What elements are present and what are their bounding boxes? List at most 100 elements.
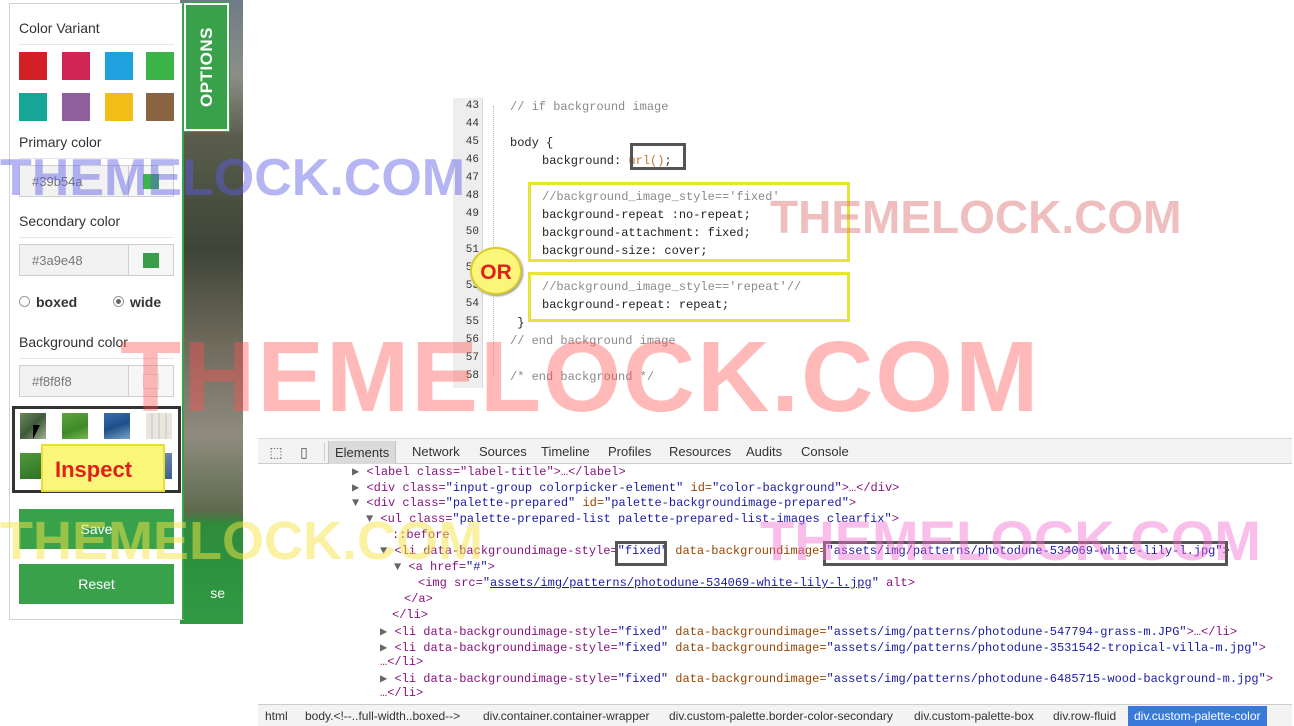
color-swatch[interactable] <box>105 52 133 80</box>
divider <box>19 44 174 45</box>
devtools-toolbar: ⬚ ▯ Elements Network Sources Timeline Profil… <box>258 438 1292 464</box>
color-swatch[interactable] <box>105 93 133 121</box>
indent-guide <box>493 106 494 376</box>
devtools-tab-timeline[interactable]: Timeline <box>541 444 590 459</box>
divider <box>19 158 174 159</box>
dom-tag: > <box>891 512 899 526</box>
save-button[interactable]: Save <box>19 509 174 549</box>
breadcrumb-item[interactable]: div.container.container-wrapper <box>483 709 650 723</box>
line-number: 54 <box>465 298 479 310</box>
dom-attr-name: data-backgroundimage= <box>668 641 827 655</box>
color-swatch[interactable] <box>62 93 90 121</box>
dom-node[interactable]: ▶ <li data-backgroundimage-style="fixed"… <box>380 624 1237 640</box>
divider <box>19 237 174 238</box>
primary-color-field[interactable]: #39b54a <box>19 165 174 197</box>
code-text: /* end background */ <box>510 370 655 384</box>
color-swatch[interactable] <box>146 52 174 80</box>
color-swatch[interactable] <box>146 93 174 121</box>
dom-node[interactable]: …</li> <box>380 686 423 702</box>
line-number: 55 <box>465 316 479 328</box>
dom-tag: <img src= <box>418 576 483 590</box>
inspect-element-icon[interactable]: ⬚ <box>268 444 284 460</box>
pattern-thumb-wood[interactable] <box>146 413 172 439</box>
dom-attr-value: "assets/img/patterns/photodune-3531542-t… <box>826 641 1259 655</box>
primary-color-chip <box>143 174 159 189</box>
dom-node[interactable]: ▼ <a href="#"> <box>394 560 495 576</box>
breadcrumb-item[interactable]: div.row-fluid <box>1053 709 1116 723</box>
wide-radio-label[interactable]: wide <box>130 294 161 310</box>
code-line: // end background image <box>510 334 676 348</box>
dom-attr-name: data-backgroundimage= <box>668 544 827 558</box>
dom-tag: >…</div> <box>841 481 900 495</box>
color-swatch[interactable] <box>62 52 90 80</box>
options-tab[interactable]: OPTIONS <box>183 2 230 132</box>
mouse-cursor-icon <box>33 425 40 439</box>
dom-attr-value: "assets/img/patterns/photodune-6485715-w… <box>826 672 1266 686</box>
code-line: /* end background */ <box>510 370 654 384</box>
secondary-color-picker-button[interactable] <box>128 245 173 275</box>
devtools-tab-audits[interactable]: Audits <box>746 444 782 459</box>
primary-color-picker-button[interactable] <box>128 166 173 196</box>
or-badge-text: OR <box>480 261 512 284</box>
line-number: 49 <box>465 208 479 220</box>
boxed-radio[interactable] <box>19 296 30 307</box>
devtools-tab-resources[interactable]: Resources <box>669 444 731 459</box>
background-color-chip <box>143 374 159 389</box>
breadcrumb-item[interactable]: div.custom-palette-color <box>1128 706 1267 726</box>
breadcrumb-item[interactable]: div.custom-palette-box <box>914 709 1034 723</box>
line-number: 58 <box>465 370 479 382</box>
secondary-color-chip <box>143 253 159 268</box>
img-src-link[interactable]: assets/img/patterns/photodune-534069-whi… <box>490 576 872 590</box>
dom-pseudo-element[interactable]: ::before <box>392 528 450 544</box>
breadcrumb-item[interactable]: html <box>265 709 288 723</box>
color-swatch[interactable] <box>19 93 47 121</box>
options-tab-label: OPTIONS <box>196 26 216 108</box>
breadcrumb-item[interactable]: div.custom-palette.border-color-secondar… <box>669 709 893 723</box>
dom-node[interactable]: ▶ <div class="input-group colorpicker-el… <box>352 480 899 496</box>
dom-node[interactable]: ▶ <li data-backgroundimage-style="fixed"… <box>380 640 1266 656</box>
code-line: // if background image <box>510 100 668 114</box>
dom-node[interactable]: ▶ <li data-backgroundimage-style="fixed"… <box>380 671 1273 687</box>
boxed-radio-label[interactable]: boxed <box>36 294 77 310</box>
dom-tag: > <box>487 560 495 574</box>
dom-node[interactable]: </a> <box>404 592 433 608</box>
pattern-thumb-tropical-villa[interactable] <box>104 413 130 439</box>
dom-tag: <div class= <box>366 481 446 495</box>
line-number: 46 <box>465 154 479 166</box>
code-text: body { <box>510 136 554 150</box>
devtools-tab-elements[interactable]: Elements <box>328 441 397 464</box>
line-number: 57 <box>465 352 479 364</box>
wide-radio[interactable] <box>113 296 124 307</box>
background-color-picker-button[interactable] <box>128 366 173 396</box>
dom-tag: alt> <box>878 576 915 590</box>
reset-button[interactable]: Reset <box>19 564 174 604</box>
devtools-tab-profiles[interactable]: Profiles <box>608 444 651 459</box>
color-variant-label: Color Variant <box>19 20 100 36</box>
line-number: 44 <box>465 118 479 130</box>
dom-attr-value: "palette-prepared" <box>445 496 576 510</box>
dom-tree: ▶ <label class="label-title">…</label> ▶… <box>258 464 1292 704</box>
devtools-tab-console[interactable]: Console <box>801 444 849 459</box>
color-swatch[interactable] <box>19 52 47 80</box>
pattern-thumb-grass[interactable] <box>62 413 88 439</box>
background-color-field[interactable]: #f8f8f8 <box>19 365 174 397</box>
or-badge: OR <box>470 247 522 295</box>
breadcrumb-item[interactable]: body.<!--..full-width..boxed--> <box>305 709 460 723</box>
dom-attr-name: data-backgroundimage= <box>668 625 827 639</box>
dom-node[interactable]: …</li> <box>380 655 423 671</box>
dom-node[interactable]: ▼ <ul class="palette-prepared-list palet… <box>366 512 899 528</box>
line-number: 45 <box>465 136 479 148</box>
dom-tag: <ul class= <box>380 512 453 526</box>
dom-node[interactable]: </li> <box>392 608 428 624</box>
line-number: 47 <box>465 172 479 184</box>
dom-tag: <li data-backgroundimage-style= <box>394 625 618 639</box>
dom-attr-value: "palette-backgroundimage-prepared" <box>604 496 849 510</box>
secondary-color-field[interactable]: #3a9e48 <box>19 244 174 276</box>
devtools-tab-network[interactable]: Network <box>412 444 460 459</box>
device-mode-icon[interactable]: ▯ <box>296 444 312 460</box>
dom-node[interactable]: ▶ <label class="label-title">…</label> <box>352 464 626 480</box>
dom-node[interactable]: <img src="assets/img/patterns/photodune-… <box>418 576 915 592</box>
dom-node[interactable]: ▼ <div class="palette-prepared" id="pale… <box>352 496 856 512</box>
line-number: 51 <box>465 244 479 256</box>
devtools-tab-sources[interactable]: Sources <box>479 444 527 459</box>
